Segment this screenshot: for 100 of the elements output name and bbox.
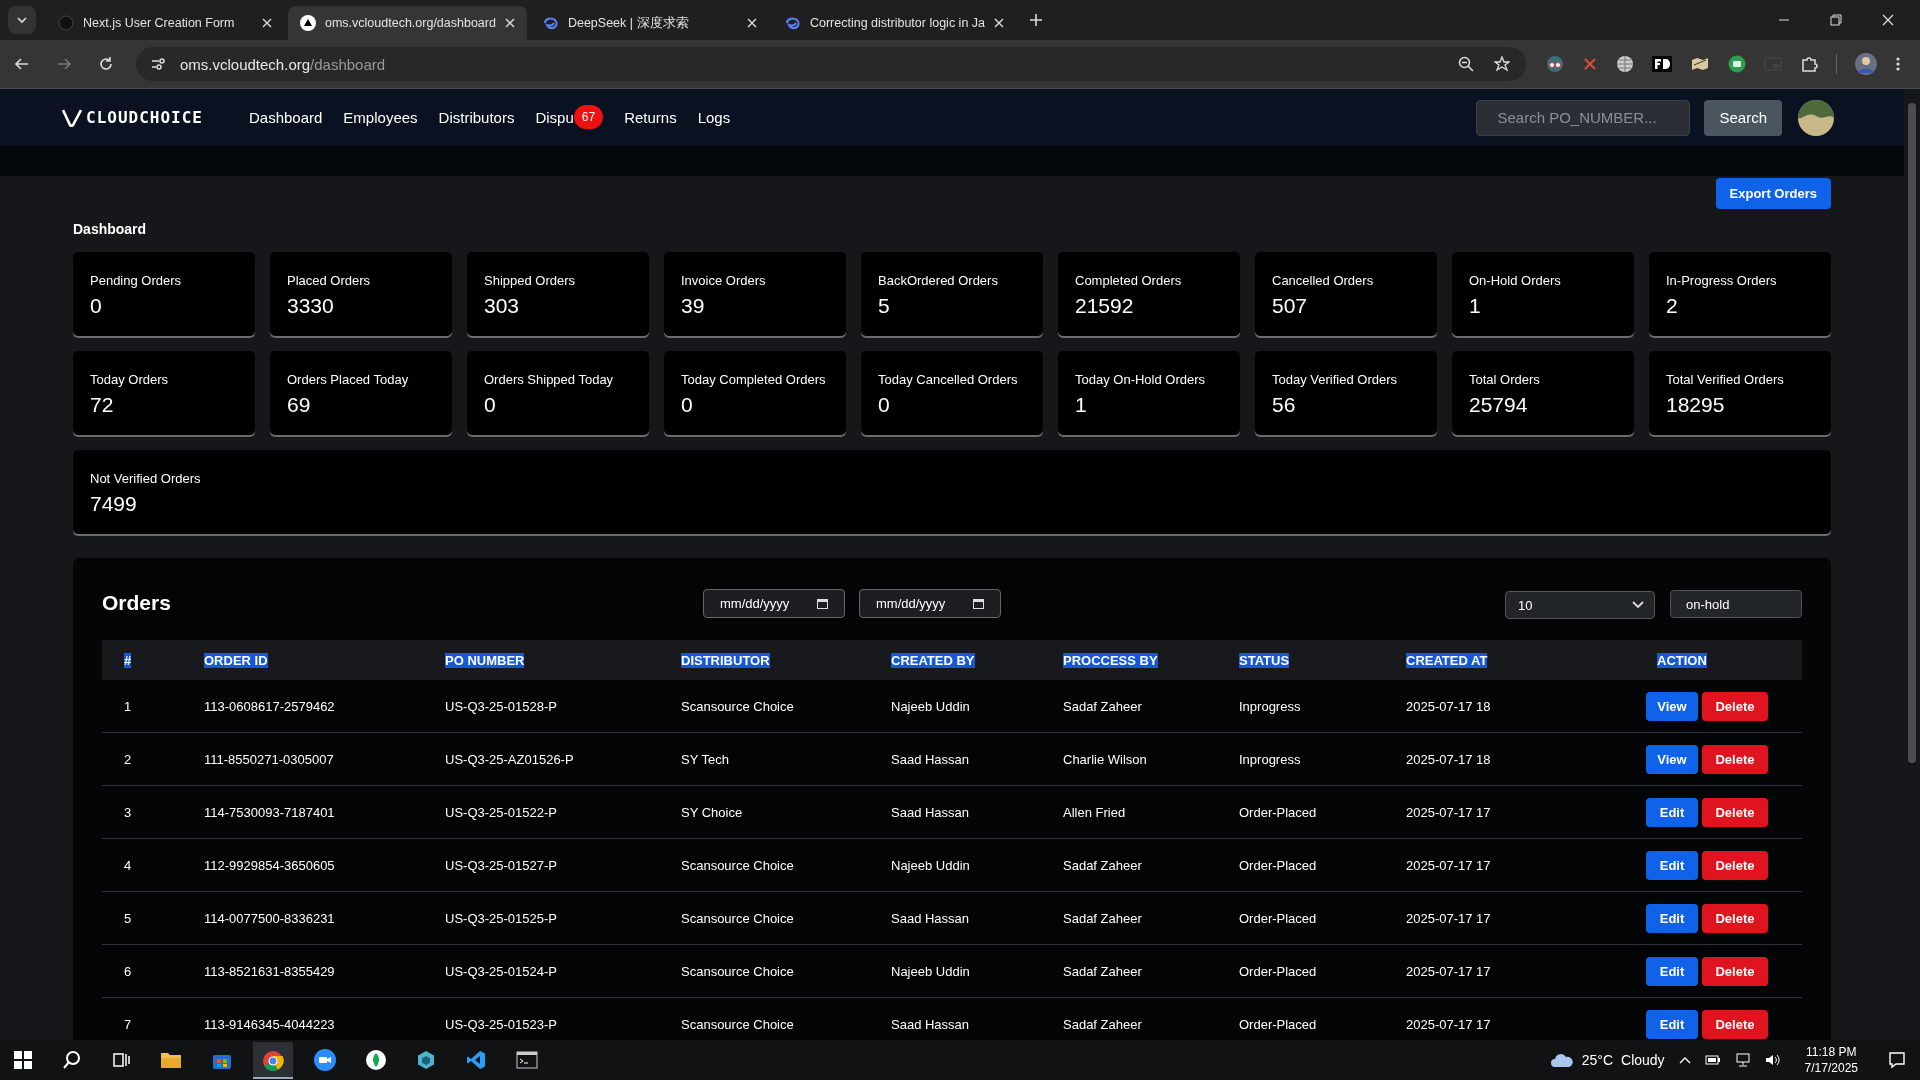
calendar-icon[interactable] xyxy=(817,597,828,609)
nav-link[interactable]: Returns xyxy=(624,109,677,126)
delete-button[interactable]: Delete xyxy=(1702,691,1768,721)
fd-badge-icon[interactable] xyxy=(1652,56,1672,72)
close-icon[interactable] xyxy=(504,18,515,28)
delete-button[interactable]: Delete xyxy=(1702,1009,1768,1039)
new-tab-icon[interactable] xyxy=(1030,14,1042,26)
table-cell: Sadaf Zaheer xyxy=(1063,698,1142,714)
action-button[interactable]: Edit xyxy=(1646,903,1698,933)
table-cell: Allen Fried xyxy=(1063,804,1126,820)
table-cell: Sadaf Zaheer xyxy=(1063,963,1142,979)
clock[interactable]: 11:18 PM 7/17/2025 xyxy=(1804,1044,1858,1076)
date-field[interactable]: mm/dd/yyyy xyxy=(703,588,845,618)
export-orders-button[interactable]: Export Orders xyxy=(1715,178,1831,209)
nav-link[interactable]: Distributors xyxy=(438,109,515,126)
nav-link[interactable]: Dashboard xyxy=(248,109,323,126)
circle-icon xyxy=(58,15,74,31)
column-header: DISTRIBUTOR xyxy=(681,652,770,668)
stat-label: Orders Placed Today xyxy=(287,372,410,387)
address-bar[interactable]: oms.vcloudtech.org/dashboard xyxy=(136,47,1526,81)
puzzle-icon[interactable] xyxy=(1800,55,1818,73)
whale-icon xyxy=(784,15,801,31)
forward-icon[interactable] xyxy=(56,56,72,72)
search-field[interactable]: Search PO_NUMBER... xyxy=(1476,99,1691,136)
cloud-icon[interactable] xyxy=(1549,1052,1574,1068)
date-field[interactable]: mm/dd/yyyy xyxy=(859,588,1001,618)
folder-icon[interactable] xyxy=(160,1051,182,1069)
delete-button[interactable]: Delete xyxy=(1702,956,1768,986)
weather-text: Cloudy xyxy=(1621,1052,1665,1068)
action-button[interactable]: Edit xyxy=(1646,956,1698,986)
globe-icon[interactable] xyxy=(1616,55,1634,73)
menu-icon[interactable] xyxy=(1895,56,1901,72)
network-icon[interactable] xyxy=(1734,1053,1751,1067)
table-cell: 113-0608617-2579462 xyxy=(204,698,335,714)
task-view-icon[interactable] xyxy=(112,1051,130,1069)
zoom-out-icon[interactable] xyxy=(1458,56,1474,72)
nav-link[interactable]: Dispu xyxy=(535,109,574,126)
stat-label: Placed Orders xyxy=(287,273,372,288)
table-cell: 113-8521631-8355429 xyxy=(204,963,335,979)
table-cell: Inprogress xyxy=(1239,698,1301,714)
volume-icon[interactable] xyxy=(1764,1053,1781,1067)
terminal-icon[interactable] xyxy=(516,1051,538,1069)
action-button[interactable]: Edit xyxy=(1646,797,1698,827)
nav-link[interactable]: Logs xyxy=(697,109,731,126)
action-button[interactable]: Edit xyxy=(1646,1009,1698,1039)
stat-label: Today Orders xyxy=(90,372,170,387)
star-icon[interactable] xyxy=(1494,56,1510,72)
action-button[interactable]: View xyxy=(1646,744,1698,774)
close-icon[interactable] xyxy=(746,18,757,28)
calendar-icon[interactable] xyxy=(973,597,984,609)
hexagon-icon[interactable] xyxy=(416,1050,436,1070)
notifications-icon[interactable] xyxy=(1888,1051,1906,1069)
delete-button[interactable]: Delete xyxy=(1702,903,1768,933)
leaf-icon[interactable] xyxy=(366,1050,386,1070)
chevron-up-icon[interactable] xyxy=(1678,1055,1691,1065)
url-text: oms.vcloudtech.org/dashboard xyxy=(180,55,386,73)
delete-button[interactable]: Delete xyxy=(1702,744,1768,774)
browser-tab[interactable]: DeepSeek | 深度求索 xyxy=(530,6,769,40)
nav-link[interactable]: Employees xyxy=(343,109,418,126)
table-cell: 114-0077500-8336231 xyxy=(204,910,335,926)
table-cell: Scansource Choice xyxy=(681,857,794,873)
browser-tab[interactable]: Next.js User Creation Form xyxy=(46,6,284,40)
stat-label: In-Progress Orders xyxy=(1666,273,1778,288)
search-button[interactable]: Search xyxy=(1704,99,1782,136)
profile-icon[interactable] xyxy=(1855,53,1877,75)
delete-button[interactable]: Delete xyxy=(1702,850,1768,880)
battery-icon[interactable] xyxy=(1704,1054,1721,1066)
reload-icon[interactable] xyxy=(98,56,114,72)
delete-button[interactable]: Delete xyxy=(1702,797,1768,827)
page-size-select[interactable]: 10 xyxy=(1505,591,1655,619)
close-icon[interactable] xyxy=(1882,14,1894,26)
action-button[interactable]: Edit xyxy=(1646,850,1698,880)
tab-search-button[interactable] xyxy=(8,6,36,34)
video-call-icon[interactable] xyxy=(314,1049,336,1071)
code-editor-icon[interactable] xyxy=(466,1050,486,1070)
section-title: Orders xyxy=(102,591,172,615)
date-text: 7/17/2025 xyxy=(1804,1060,1858,1076)
close-icon[interactable] xyxy=(994,18,1004,28)
search-icon[interactable] xyxy=(62,1050,82,1070)
close-icon[interactable] xyxy=(262,18,272,28)
avatar-icon[interactable] xyxy=(1798,99,1834,136)
taskbar-app-button[interactable] xyxy=(253,1041,293,1079)
map-icon[interactable] xyxy=(1690,55,1710,73)
windows-start-icon[interactable] xyxy=(14,1051,32,1069)
table-cell: 2025-07-17 17 xyxy=(1406,1016,1491,1032)
browser-tab[interactable]: oms.vcloudtech.org/dashboard xyxy=(288,6,527,40)
table-cell: 3 xyxy=(124,804,132,820)
glasses-icon[interactable] xyxy=(1546,55,1564,73)
site-settings-icon[interactable] xyxy=(150,56,166,72)
back-icon[interactable] xyxy=(14,56,30,72)
table-cell: Sadaf Zaheer xyxy=(1063,910,1142,926)
browser-tab[interactable]: Correcting distributor logic in Ja xyxy=(772,6,1016,40)
table-cell: US-Q3-25-01523-P xyxy=(445,1016,557,1032)
restore-icon[interactable] xyxy=(1830,14,1842,26)
status-filter-field[interactable]: on-hold xyxy=(1670,590,1802,618)
action-button[interactable]: View xyxy=(1646,691,1698,721)
logo[interactable]: CLOUDCHOICE xyxy=(62,108,203,127)
table-cell: Saad Hassan xyxy=(891,804,970,820)
table-cell: Order-Placed xyxy=(1239,857,1317,873)
cross-icon[interactable] xyxy=(1582,56,1598,72)
